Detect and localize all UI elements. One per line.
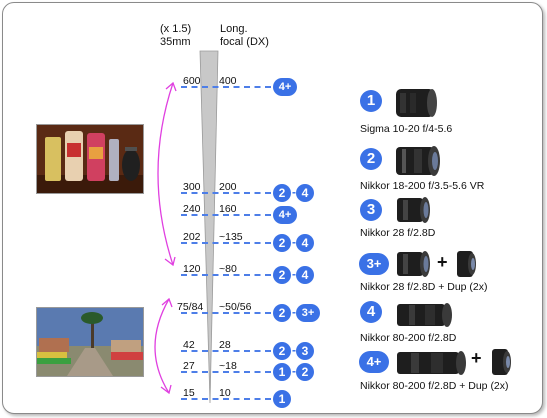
lens-name-4: Nikkor 80-200 f/2.8D [360, 332, 457, 344]
teleconverter-icon [492, 349, 511, 375]
lens-ref-badge: 1 [273, 363, 291, 381]
teleconverter-icon [457, 251, 476, 277]
lens-name-3: Nikkor 28 f/2.8D [360, 227, 436, 239]
focal-guide-line [181, 214, 271, 216]
focal-guide-line [181, 398, 271, 400]
plus-sign: + [471, 348, 482, 368]
wide-zoom-lens-icon [396, 89, 437, 117]
wide-range-arrow [154, 298, 170, 394]
lens-name-2: Nikkor 18-200 f/3.5-5.6 VR [360, 180, 485, 192]
lens-ref-badge: 4+ [273, 78, 297, 96]
telephoto-lens-icon [397, 351, 466, 375]
focal-guide-line [181, 312, 271, 314]
wide-angle-sample-photo [36, 307, 144, 377]
telephoto-range-arrow [157, 82, 174, 266]
lens-ref-badge: 3 [296, 342, 314, 360]
lens-badge-1: 1 [360, 90, 382, 112]
lens-badge-3: 3 [360, 199, 382, 221]
focal-guide-line [181, 192, 271, 194]
focal-guide-line [181, 274, 271, 276]
lens-ref-badge: 1 [273, 390, 291, 408]
lens-badge-2: 2 [360, 148, 382, 170]
prime-lens-icon [397, 197, 430, 223]
lens-name-4plus: Nikkor 80-200 f/2.8D + Dup (2x) [360, 380, 509, 392]
lens-name-1: Sigma 10-20 f/4-5.6 [360, 123, 453, 135]
lens-ref-badge: 4 [296, 266, 314, 284]
lens-ref-badge: 4 [296, 234, 314, 252]
lens-ref-badge: 2 [273, 184, 291, 202]
focal-length-diagram: (x 1.5) 35mm Long. focal (DX) 600 400 4+ 30… [2, 2, 543, 414]
lens-name-3plus: Nikkor 28 f/2.8D + Dup (2x) [360, 281, 488, 293]
focal-guide-line [181, 371, 271, 373]
lens-ref-badge: 3+ [296, 304, 320, 322]
prime-lens-icon [397, 251, 430, 277]
lens-ref-badge: 4 [296, 184, 314, 202]
plus-sign: + [437, 252, 448, 272]
lens-ref-badge: 4+ [273, 206, 297, 224]
lens-ref-badge: 2 [273, 342, 291, 360]
focal-guide-line [181, 350, 271, 352]
lens-badge-4plus: 4+ [359, 351, 389, 373]
telephoto-lens-icon [397, 303, 452, 327]
lens-ref-badge: 2 [273, 234, 291, 252]
lens-badge-3plus: 3+ [359, 253, 389, 275]
focal-guide-line [181, 242, 271, 244]
lens-ref-badge: 2 [273, 304, 291, 322]
telephoto-sample-photo [36, 124, 144, 194]
zoom-lens-icon [396, 146, 440, 176]
focal-guide-line [181, 86, 271, 88]
lens-ref-badge: 2 [273, 266, 291, 284]
lens-ref-badge: 2 [296, 363, 314, 381]
lens-badge-4: 4 [360, 301, 382, 323]
